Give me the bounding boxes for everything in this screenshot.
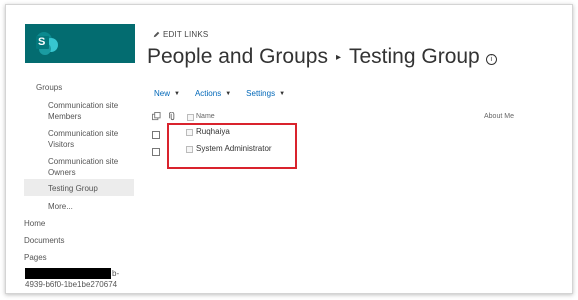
- nav-item-label-line1: Communication site: [48, 157, 119, 166]
- nav-item-label-line1: Communication site: [48, 129, 119, 138]
- nav-item-documents[interactable]: Documents: [24, 236, 64, 245]
- nav-item-communication-site-members[interactable]: Communication site Members: [48, 100, 118, 122]
- nav-item-communication-site-owners[interactable]: Communication site Owners: [48, 156, 118, 178]
- row-checkbox[interactable]: [152, 131, 160, 139]
- nav-groups-heading[interactable]: Groups: [36, 83, 62, 92]
- nav-item-pages[interactable]: Pages: [24, 253, 47, 262]
- redacted-link-suffix-2[interactable]: 4939-b6f0-1be1be270674: [25, 280, 117, 289]
- caret-down-icon: ▼: [225, 90, 232, 97]
- sharepoint-page: S EDIT LINKS People and Groups ▸ Testing…: [5, 4, 573, 294]
- nav-item-label-line2: Members: [48, 112, 82, 121]
- row-checkbox[interactable]: [152, 148, 160, 156]
- pencil-icon: [153, 31, 160, 38]
- column-header-name[interactable]: Name: [196, 113, 215, 120]
- site-logo[interactable]: S: [25, 24, 135, 63]
- breadcrumb-separator-icon: ▸: [335, 51, 341, 63]
- nav-item-label-line2: Visitors: [48, 140, 75, 149]
- actions-menu-label: Actions: [194, 89, 222, 98]
- page-title: People and Groups ▸ Testing Group i: [147, 45, 497, 69]
- info-icon[interactable]: i: [485, 53, 497, 65]
- column-header-about-me[interactable]: About Me: [484, 113, 514, 120]
- logo-letter: S: [38, 36, 46, 48]
- nav-item-label-line2: Owners: [48, 168, 76, 177]
- redacted-link-suffix[interactable]: b-: [112, 269, 119, 278]
- select-all-icon[interactable]: [152, 112, 161, 121]
- attachment-icon: [169, 112, 175, 121]
- nav-item-home[interactable]: Home: [24, 219, 45, 228]
- breadcrumb-people-and-groups[interactable]: People and Groups: [147, 45, 328, 69]
- nav-item-more[interactable]: More...: [48, 202, 73, 211]
- red-highlight-box: [167, 123, 297, 169]
- caret-down-icon: ▼: [174, 90, 180, 97]
- edit-links-label: EDIT LINKS: [163, 30, 209, 39]
- new-menu-button[interactable]: New ▼: [154, 89, 180, 98]
- settings-menu-button[interactable]: Settings ▼: [246, 89, 285, 98]
- settings-menu-label: Settings: [246, 89, 276, 98]
- nav-item-testing-group[interactable]: Testing Group: [48, 184, 98, 193]
- caret-down-icon: ▼: [279, 90, 286, 97]
- redacted-block: [25, 268, 111, 279]
- nav-item-communication-site-visitors[interactable]: Communication site Visitors: [48, 128, 118, 150]
- type-column-icon: [187, 114, 194, 121]
- list-toolbar: New ▼ Actions ▼ Settings ▼: [154, 89, 285, 98]
- new-menu-label: New: [154, 89, 171, 98]
- breadcrumb-testing-group: Testing Group: [349, 45, 480, 68]
- actions-menu-button[interactable]: Actions ▼: [195, 89, 231, 98]
- nav-item-label-line1: Communication site: [48, 101, 119, 110]
- edit-links-button[interactable]: EDIT LINKS: [153, 30, 208, 39]
